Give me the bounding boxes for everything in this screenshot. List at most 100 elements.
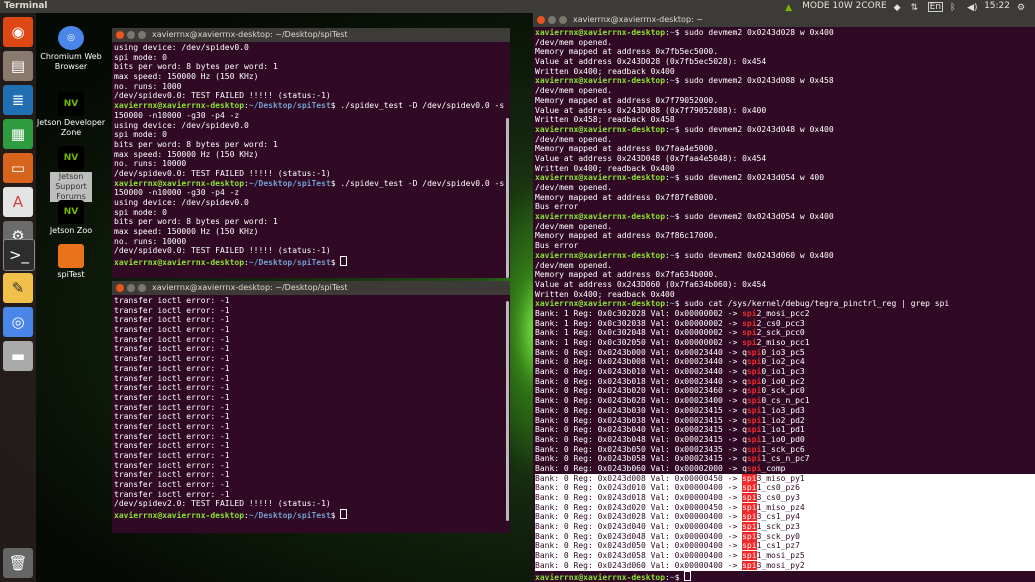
prompt-user: xavierrnx@xavierrnx-desktop [114,511,245,521]
line-text: transfer ioctl error: -1 [114,489,230,499]
desktop-icon-spitest[interactable]: spiTest [36,244,106,280]
drive-icon[interactable]: ▬ [3,341,33,371]
line-text: Bank: 0 Reg: 0x0243b058 Val: 0x00023415 … [535,454,747,464]
maximize-icon[interactable] [138,284,146,292]
line-text: transfer ioctl error: -1 [114,373,230,383]
line-text: Bank: 0 Reg: 0x0243b010 Val: 0x00023440 … [535,367,747,377]
line-text: $ [674,572,685,582]
terminal-line: Written 0x400; readback 0x400 [535,290,1035,300]
line-text: spi mode: 0 [114,207,167,217]
terminal-output[interactable]: xavierrnx@xavierrnx-desktop:~$ sudo devm… [533,27,1035,581]
files-icon[interactable]: ▤ [3,51,33,81]
line-text: Bank: 0 Reg: 0x0243d008 Val: 0x00000450 … [535,473,743,483]
prompt-path: ~/Desktop/spiTest [248,258,331,268]
desktop-icon-label: Jetson Support Forums [50,172,92,202]
window-title: xavierrnx@xavierrnx-desktop: ~/Desktop/s… [152,283,348,292]
terminal-line: transfer ioctl error: -1 [114,374,510,384]
line-text: $ sudo devmem2 0x0243d054 w 400 [674,173,825,183]
line-text: Bank: 1 Reg: 0x0c302028 Val: 0x00000002 … [535,308,743,318]
terminal-titlebar[interactable]: xavierrnx@xavierrnx-desktop: ~ [533,13,1035,27]
terminal-line: transfer ioctl error: -1 [114,325,510,335]
line-text: spi mode: 0 [114,130,167,140]
line-rest: 1_miso_pz4 [756,502,805,512]
line-text: transfer ioctl error: -1 [114,334,230,344]
minimize-icon[interactable] [127,284,135,292]
terminal-line: transfer ioctl error: -1 [114,403,510,413]
terminal-prompt-line: xavierrnx@xavierrnx-desktop:~/Desktop/sp… [114,101,510,111]
software-center-icon[interactable]: A [3,187,33,217]
minimize-icon[interactable] [548,16,556,24]
bluetooth-icon[interactable]: ᛒ [950,2,960,13]
desktop-icon-chromium[interactable]: ◎ Chromium Web Browser [36,26,106,72]
terminal-line: transfer ioctl error: -1 [114,451,510,461]
clock[interactable]: 15:22 [984,0,1010,13]
power-mode-label[interactable]: MODE 10W 2CORE [802,0,887,13]
line-text: Value at address 0x243D088 (0x7f79052088… [535,105,767,115]
line-text: 150000 -n10000 -g30 -p4 -z [114,110,240,120]
line-text: $ ./spidev_test -D /dev/spidev0.0 -s [330,101,505,111]
dropbox-icon[interactable]: ◆ [894,2,904,13]
keyboard-layout-indicator[interactable]: En [927,1,944,12]
terminal-line: no. runs: 10000 [114,159,510,169]
impress-icon[interactable]: ▭ [3,153,33,183]
chromium-icon[interactable]: ◎ [3,307,33,337]
calc-icon[interactable]: ▦ [3,119,33,149]
terminal-output[interactable]: using device: /dev/spidev0.0 spi mode: 0b… [112,42,510,277]
terminal-window-3[interactable]: xavierrnx@xavierrnx-desktop: ~ xavierrnx… [533,13,1035,582]
terminal-line: /dev/mem opened. [535,222,1035,232]
maximize-icon[interactable] [559,16,567,24]
nvidia-icon[interactable]: ▲ [785,2,795,13]
prompt-path: ~/Desktop/spiTest [248,178,331,188]
terminal-line: Bank: 1 Reg: 0x0c302038 Val: 0x00000002 … [535,319,1035,329]
terminal-line: Memory mapped at address 0x7f79052000. [535,96,1035,106]
line-text: 150000 -n10000 -g30 -p4 -z [114,188,240,198]
line-rest: 1_cs_n_pc7 [761,454,810,464]
terminal-line: Bus error [535,202,1035,212]
writer-icon[interactable]: ≣ [3,85,33,115]
terminal-line: /dev/mem opened. [535,261,1035,271]
prompt-user: xavierrnx@xavierrnx-desktop [535,173,666,183]
line-text: Value at address 0x243D060 (0x7fa634b060… [535,279,767,289]
maximize-icon[interactable] [138,31,146,39]
line-text: Bank: 0 Reg: 0x0243d040 Val: 0x00000400 … [535,522,743,532]
scrollbar[interactable] [506,301,509,521]
grep-match: spi [742,512,757,522]
line-text: $ [330,258,341,268]
close-icon[interactable] [116,284,124,292]
line-text: transfer ioctl error: -1 [114,344,230,354]
terminal-output[interactable]: transfer ioctl error: -1 transfer ioctl e… [112,295,510,532]
terminal-prompt-line: xavierrnx@xavierrnx-desktop:~$ sudo devm… [535,28,1035,38]
line-text: Written 0x400; readback 0x400 [535,163,675,173]
grep-match: spi [746,347,762,357]
desktop-icon-jetson-forums[interactable]: NV Jetson Support Forums [36,146,106,202]
line-text: /dev/mem opened. [535,37,613,47]
grep-match: spi [746,376,762,386]
terminal-icon[interactable]: >_ [3,239,35,271]
terminal-window-1[interactable]: xavierrnx@xavierrnx-desktop: ~/Desktop/s… [112,28,510,278]
terminal-titlebar[interactable]: xavierrnx@xavierrnx-desktop: ~/Desktop/s… [112,28,510,42]
close-icon[interactable] [116,31,124,39]
text-editor-icon[interactable]: ✎ [3,273,33,303]
close-icon[interactable] [537,16,545,24]
minimize-icon[interactable] [127,31,135,39]
terminal-line: /dev/spidev0.0: TEST FAILED !!!!! (statu… [114,169,510,179]
active-app-title: Terminal [4,1,48,11]
network-icon[interactable]: ⇅ [911,2,921,13]
volume-icon[interactable]: ◀) [967,2,977,13]
line-text: Memory mapped at address 0x7fa634b000. [535,270,719,280]
system-tray: ▲ MODE 10W 2CORE ◆ ⇅ En ᛒ ◀) 15:22 ⚙ [785,0,1035,13]
trash-icon[interactable]: 🗑 [3,548,33,578]
line-rest: 3_cs1_py4 [756,512,800,522]
desktop-icon-jetson-devzone[interactable]: NV Jetson Developer Zone [36,92,106,138]
terminal-titlebar[interactable]: xavierrnx@xavierrnx-desktop: ~/Desktop/s… [112,281,510,295]
scrollbar[interactable] [506,118,509,278]
terminal-line: 150000 -n10000 -g30 -p4 -z [114,111,510,121]
terminal-line: transfer ioctl error: -1 [114,412,510,422]
line-rest: 1_cs0_pz6 [756,483,800,493]
terminal-line: /dev/mem opened. [535,38,1035,48]
ubuntu-dash-icon[interactable]: ◉ [3,17,33,47]
cursor-block [340,256,348,267]
settings-gear-icon[interactable]: ⚙ [1017,2,1027,13]
terminal-window-2[interactable]: xavierrnx@xavierrnx-desktop: ~/Desktop/s… [112,281,510,533]
desktop-icon-jetson-zoo[interactable]: NV Jetson Zoo [36,200,106,236]
